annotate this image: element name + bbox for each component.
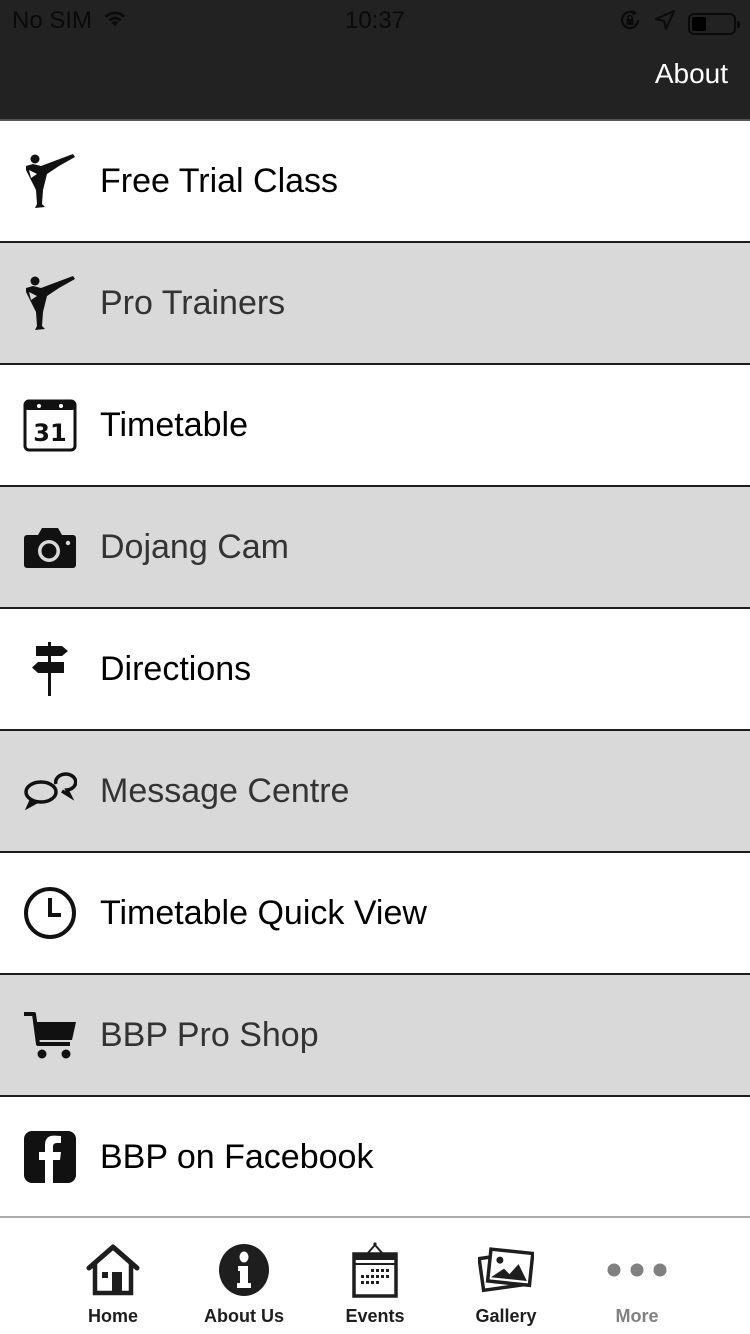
status-right — [618, 8, 740, 39]
menu-item-directions[interactable]: Directions — [0, 609, 750, 731]
tab-bar: Home About Us Events Gallery More — [0, 1216, 750, 1334]
tab-label: Gallery — [475, 1306, 537, 1326]
menu-item-dojang-cam[interactable]: Dojang Cam — [0, 487, 750, 609]
info-icon — [217, 1242, 271, 1298]
menu-item-bbp-on-facebook[interactable]: BBP on Facebook — [0, 1097, 750, 1219]
menu-item-label: Dojang Cam — [100, 527, 289, 566]
navigation-header: No SIM 10:37 About — [0, 0, 750, 121]
menu-item-label: Message Centre — [100, 771, 350, 810]
orientation-lock-icon — [618, 8, 642, 39]
status-bar: No SIM 10:37 — [0, 0, 750, 42]
tab-label: About Us — [204, 1306, 284, 1326]
menu-item-label: Timetable — [100, 405, 249, 444]
battery-level-fill — [692, 16, 706, 31]
tab-events[interactable]: Events — [310, 1218, 441, 1334]
tab-more[interactable]: More — [572, 1218, 703, 1334]
page-title: About — [654, 58, 728, 89]
tab-label: More — [615, 1306, 659, 1326]
menu-item-label: BBP Pro Shop — [100, 1015, 319, 1054]
menu-item-bbp-pro-shop[interactable]: BBP Pro Shop — [0, 975, 750, 1097]
menu-item-label: BBP on Facebook — [100, 1137, 374, 1176]
clock-icon — [0, 886, 100, 940]
calendar-icon: 31 — [0, 398, 100, 452]
menu-item-timetable[interactable]: 31 Timetable — [0, 365, 750, 487]
menu-item-label: Timetable Quick View — [100, 893, 427, 932]
tab-home[interactable]: Home — [48, 1218, 179, 1334]
menu-item-timetable-quick-view[interactable]: Timetable Quick View — [0, 853, 750, 975]
calendar-icon-date: 31 — [33, 419, 66, 447]
karate-kick-icon — [0, 274, 100, 332]
camera-icon — [0, 525, 100, 569]
more-dots-icon — [606, 1242, 668, 1298]
menu-item-message-centre[interactable]: Message Centre — [0, 731, 750, 853]
tab-about-us[interactable]: About Us — [179, 1218, 310, 1334]
menu-list: Free Trial Class Pro Trainers 31 Timetab… — [0, 121, 750, 1219]
signpost-icon — [0, 642, 100, 696]
menu-item-pro-trainers[interactable]: Pro Trainers — [0, 243, 750, 365]
karate-kick-icon — [0, 152, 100, 210]
menu-item-label: Pro Trainers — [100, 283, 286, 322]
home-icon — [85, 1242, 141, 1298]
tab-gallery[interactable]: Gallery — [441, 1218, 572, 1334]
menu-item-free-trial-class[interactable]: Free Trial Class — [0, 121, 750, 243]
tab-label: Home — [87, 1306, 138, 1326]
gallery-icon — [478, 1242, 534, 1298]
events-calendar-icon — [350, 1242, 400, 1298]
menu-item-label: Free Trial Class — [100, 161, 339, 200]
chat-bubbles-icon — [0, 770, 100, 812]
menu-item-label: Directions — [100, 649, 252, 688]
battery-icon — [688, 12, 740, 35]
tab-label: Events — [345, 1306, 405, 1326]
facebook-icon — [0, 1130, 100, 1184]
shopping-cart-icon — [0, 1010, 100, 1060]
location-arrow-icon — [654, 9, 676, 38]
